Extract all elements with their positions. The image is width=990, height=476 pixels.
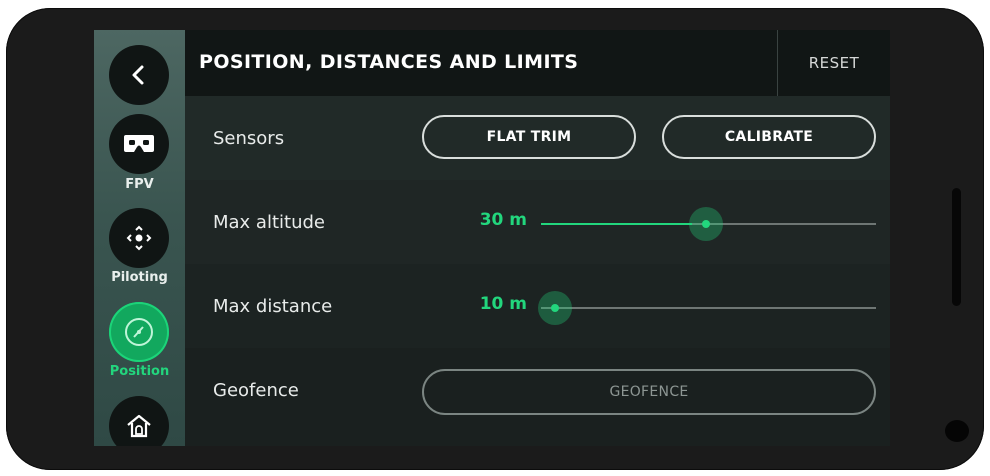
sensors-row: Sensors FLAT TRIM CALIBRATE: [185, 96, 890, 180]
slider-thumb-dot: [551, 304, 559, 312]
calibrate-button[interactable]: CALIBRATE: [662, 115, 876, 159]
max-altitude-row: Max altitude 30 m: [185, 180, 890, 264]
sidebar-label-fpv: FPV: [125, 177, 154, 192]
sensors-label: Sensors: [213, 128, 285, 149]
max-distance-slider[interactable]: [538, 291, 876, 325]
piloting-icon: [126, 225, 152, 251]
reset-button[interactable]: RESET: [777, 30, 890, 96]
max-distance-row: Max distance 10 m: [185, 264, 890, 348]
sidebar: FPV Piloting Position: [94, 30, 185, 446]
compass-icon: [125, 318, 153, 346]
sidebar-item-home[interactable]: [109, 396, 169, 446]
sidebar-item-position[interactable]: [109, 302, 169, 362]
back-button[interactable]: [109, 45, 169, 105]
vr-headset-icon: [124, 135, 154, 152]
max-altitude-slider-thumb[interactable]: [689, 207, 723, 241]
max-distance-slider-thumb[interactable]: [538, 291, 572, 325]
sidebar-label-piloting: Piloting: [111, 270, 168, 285]
page-title: POSITION, DISTANCES AND LIMITS: [199, 51, 579, 73]
max-distance-value: 10 m: [479, 294, 527, 314]
max-altitude-value: 30 m: [479, 210, 527, 230]
home-icon: [127, 414, 151, 438]
phone-camera: [945, 420, 969, 442]
max-distance-label: Max distance: [213, 296, 333, 317]
phone-side-button: [952, 188, 961, 306]
geofence-label: Geofence: [213, 380, 299, 401]
sidebar-item-piloting[interactable]: [109, 208, 169, 268]
back-arrow-icon: [132, 65, 144, 85]
max-altitude-slider[interactable]: [541, 207, 876, 241]
sidebar-item-fpv[interactable]: [109, 114, 169, 174]
settings-header: POSITION, DISTANCES AND LIMITS RESET: [185, 30, 890, 97]
slider-thumb-dot: [702, 220, 710, 228]
geofence-row: Geofence GEOFENCE: [185, 348, 890, 446]
max-altitude-slider-fill: [541, 223, 692, 225]
app-screen: FPV Piloting Position POSITION, DISTANCE…: [94, 30, 890, 446]
geofence-button[interactable]: GEOFENCE: [422, 369, 876, 415]
flat-trim-button[interactable]: FLAT TRIM: [422, 115, 636, 159]
sidebar-label-position: Position: [109, 364, 170, 379]
max-altitude-label: Max altitude: [213, 212, 325, 233]
